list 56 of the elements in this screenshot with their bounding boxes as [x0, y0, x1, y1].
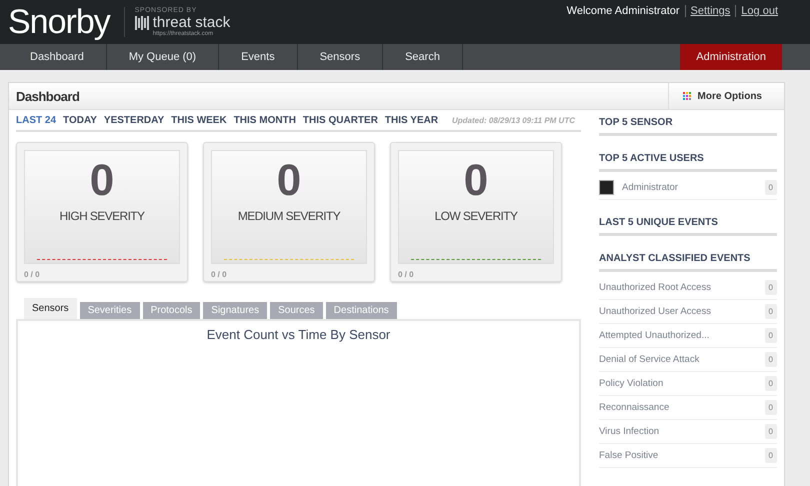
grid-icon — [682, 92, 692, 100]
logo: Snorby — [8, 2, 110, 42]
chart-tab[interactable]: Sensors — [24, 298, 77, 319]
list-label: Attempted Unauthorized... — [599, 330, 710, 341]
more-options-button[interactable]: More Options — [668, 83, 776, 109]
severity-label: LOW SEVERITY — [434, 209, 518, 223]
section-title: ANALYST CLASSIFIED EVENTS — [599, 246, 777, 272]
list-label: Policy Violation — [599, 378, 664, 389]
list-label: Unauthorized User Access — [599, 306, 711, 317]
range-link[interactable]: THIS WEEK — [171, 114, 227, 126]
updated-text: Updated: 08/29/13 09:11 PM UTC — [452, 116, 575, 124]
section-title: TOP 5 SENSOR — [599, 110, 777, 136]
welcome-text: Welcome Administrator — [566, 5, 680, 17]
severity-ratio: 0 / 0 — [398, 270, 415, 279]
nav-tab[interactable]: Events — [219, 44, 298, 70]
bars-icon — [134, 16, 149, 30]
section-title: TOP 5 ACTIVE USERS — [599, 146, 777, 172]
nav-tab[interactable]: My Queue (0) — [106, 44, 220, 70]
count-badge: 0 — [764, 304, 777, 319]
nav-tab[interactable]: Dashboard — [8, 44, 107, 70]
list-label: Reconnaissance — [599, 402, 670, 413]
range-link[interactable]: TODAY — [63, 114, 97, 126]
count-badge: 0 — [764, 180, 777, 195]
section-title: LAST 5 UNIQUE EVENTS — [599, 210, 777, 236]
list-label: Unauthorized Root Access — [599, 282, 711, 293]
severity-count: 0 — [464, 159, 488, 203]
range-link[interactable]: YESTERDAY — [104, 114, 164, 126]
severity-ratio: 0 / 0 — [24, 270, 41, 279]
count-badge: 0 — [764, 376, 777, 391]
panel-title: Dashboard — [16, 88, 80, 104]
sponsor-name: threat stack — [152, 14, 230, 31]
severity-ratio: 0 / 0 — [211, 270, 228, 279]
range-link[interactable]: THIS QUARTER — [302, 114, 378, 126]
count-badge: 0 — [764, 448, 777, 463]
chart-title: Event Count vs Time By Sensor — [206, 327, 390, 343]
severity-count: 0 — [90, 159, 114, 203]
count-badge: 0 — [764, 328, 777, 343]
nav-tab[interactable]: Sensors — [298, 44, 384, 70]
count-badge: 0 — [764, 280, 777, 295]
severity-label: HIGH SEVERITY — [60, 209, 144, 223]
list-label: Virus Infection — [599, 426, 660, 437]
count-badge: 0 — [764, 424, 777, 439]
header-link[interactable]: Settings — [684, 5, 730, 17]
range-link[interactable]: LAST 24 — [16, 114, 56, 126]
nav-tab[interactable]: Search — [383, 44, 463, 70]
count-badge: 0 — [764, 352, 777, 367]
range-link[interactable]: THIS YEAR — [384, 114, 438, 126]
range-link[interactable]: THIS MONTH — [234, 114, 296, 126]
admin-tab[interactable]: Administration — [680, 44, 782, 70]
severity-label: MEDIUM SEVERITY — [238, 209, 340, 223]
list-label: Denial of Service Attack — [599, 354, 700, 365]
list-label: False Positive — [599, 450, 658, 461]
header-link[interactable]: Log out — [735, 5, 778, 17]
list-label: Administrator — [622, 182, 678, 193]
severity-count: 0 — [276, 159, 302, 203]
count-badge: 0 — [764, 400, 777, 415]
